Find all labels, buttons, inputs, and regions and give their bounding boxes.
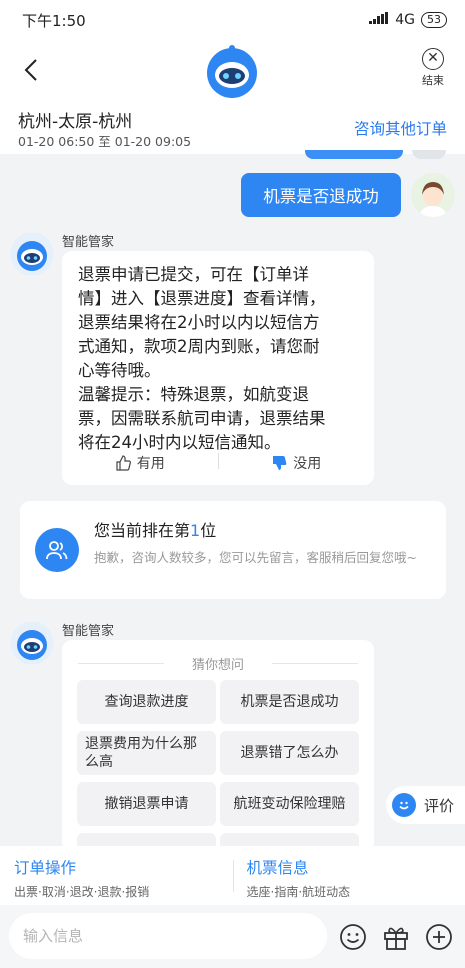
message-input[interactable] [9, 913, 327, 959]
thumbs-down-icon [273, 456, 287, 470]
rate-label: 评价 [424, 796, 455, 815]
quick-subtitle: 出票·取消·退改·退款·报销 [14, 885, 150, 899]
rate-button[interactable]: 评价 [386, 786, 465, 824]
close-icon: ✕ [422, 48, 444, 70]
reply-line: 将在24小时内以短信通知。 [78, 433, 281, 452]
guess-option[interactable]: 退票费用为什么那么高 [77, 731, 216, 775]
previous-message-fragment [305, 150, 403, 159]
status-time: 下午1:50 [22, 11, 86, 30]
useful-button[interactable]: 有用 [62, 453, 218, 473]
guess-option[interactable]: 机票是否退成功 [220, 680, 359, 724]
feedback-row: 有用 没用 [62, 453, 374, 473]
gift-button[interactable] [381, 922, 411, 952]
bot-reply: 退票申请已提交，可在【订单详 情】进入【退票进度】查看详情， 退票结果将在2小时… [62, 251, 374, 485]
reply-line: 退票结果将在2小时以内以短信方 [78, 313, 320, 332]
bot-name: 智能管家 [62, 235, 115, 250]
status-bar: 下午1:50 4G 53 [0, 0, 465, 40]
smile-icon [392, 793, 416, 817]
end-button[interactable]: ✕ 结束 [415, 48, 451, 88]
back-button[interactable] [18, 54, 46, 86]
queue-title: 您当前排在第1位 [94, 517, 216, 541]
guess-card: 猜你想问 查询退款进度 机票是否退成功 退票费用为什么那么高 退票错了怎么办 撤… [62, 640, 374, 852]
reply-line: 票，因需联系航司申请，退票结果 [78, 409, 326, 428]
order-actions-menu[interactable]: 订单操作 出票·取消·退改·退款·报销 [0, 846, 233, 905]
emoji-icon [340, 924, 366, 950]
queue-suffix: 位 [200, 521, 217, 540]
user-message: 机票是否退成功 [241, 173, 401, 217]
bot-avatar [10, 621, 54, 665]
quick-menu-bar: 订单操作 出票·取消·退改·退款·报销 机票信息 选座·指南·航班动态 [0, 846, 465, 905]
previous-avatar-fragment [412, 150, 446, 159]
flight-time: 01-20 06:50 至 01-20 09:05 [18, 134, 192, 149]
useless-button[interactable]: 没用 [219, 453, 375, 473]
reply-line: 情】进入【退票进度】查看详情， [78, 289, 326, 308]
emoji-button[interactable] [338, 922, 368, 952]
nav-bar: ✕ 结束 [0, 40, 465, 102]
guess-option[interactable]: 撤销退票申请 [77, 782, 216, 826]
thumbs-up-icon [116, 455, 131, 471]
quick-title: 机票信息 [246, 859, 309, 877]
reply-line: 退票申请已提交，可在【订单详 [78, 265, 309, 284]
queue-number: 1 [190, 521, 201, 540]
quick-title: 订单操作 [14, 859, 77, 877]
plus-circle-icon [426, 924, 452, 950]
reply-line: 心等待哦。 [78, 361, 161, 380]
queue-card: 您当前排在第1位 抱歉，咨询人数较多，您可以先留言，客服稍后回复您哦~ [20, 501, 446, 599]
useful-label: 有用 [136, 456, 165, 472]
useless-label: 没用 [293, 456, 322, 472]
add-button[interactable] [424, 922, 454, 952]
ticket-info-menu[interactable]: 机票信息 选座·指南·航班动态 [232, 846, 465, 905]
signal-icon [369, 12, 389, 28]
battery-icon: 53 [421, 12, 447, 28]
order-header: 杭州-太原-杭州 01-20 06:50 至 01-20 09:05 咨询其他订… [0, 102, 465, 154]
end-label: 结束 [422, 74, 444, 87]
users-icon [35, 528, 79, 572]
bot-avatar [10, 232, 54, 276]
route-title: 杭州-太原-杭州 [18, 112, 133, 132]
guess-option[interactable]: 退票错了怎么办 [220, 731, 359, 775]
guess-option[interactable]: 航班变动保险理赔 [220, 782, 359, 826]
guess-header: 猜你想问 [62, 654, 374, 673]
gift-icon [384, 927, 408, 950]
reply-line: 式通知，款项2周内到账，请您耐 [78, 337, 320, 356]
user-avatar [411, 173, 455, 217]
network-label: 4G [395, 12, 415, 28]
other-orders-link[interactable]: 咨询其他订单 [354, 117, 447, 139]
queue-prefix: 您当前排在第 [94, 521, 191, 540]
robot-logo [201, 42, 263, 100]
queue-description: 抱歉，咨询人数较多，您可以先留言，客服稍后回复您哦~ [94, 550, 417, 565]
quick-subtitle: 选座·指南·航班动态 [246, 885, 351, 899]
guess-option[interactable]: 查询退款进度 [77, 680, 216, 724]
bot-name: 智能管家 [62, 624, 115, 639]
divider [232, 860, 234, 892]
bot-reply-text: 退票申请已提交，可在【订单详 情】进入【退票进度】查看详情， 退票结果将在2小时… [78, 263, 360, 455]
input-bar [0, 905, 465, 968]
reply-line: 温馨提示：特殊退票，如航变退 [78, 385, 309, 404]
chevron-left-icon [24, 59, 37, 81]
status-icons: 4G 53 [369, 12, 447, 28]
